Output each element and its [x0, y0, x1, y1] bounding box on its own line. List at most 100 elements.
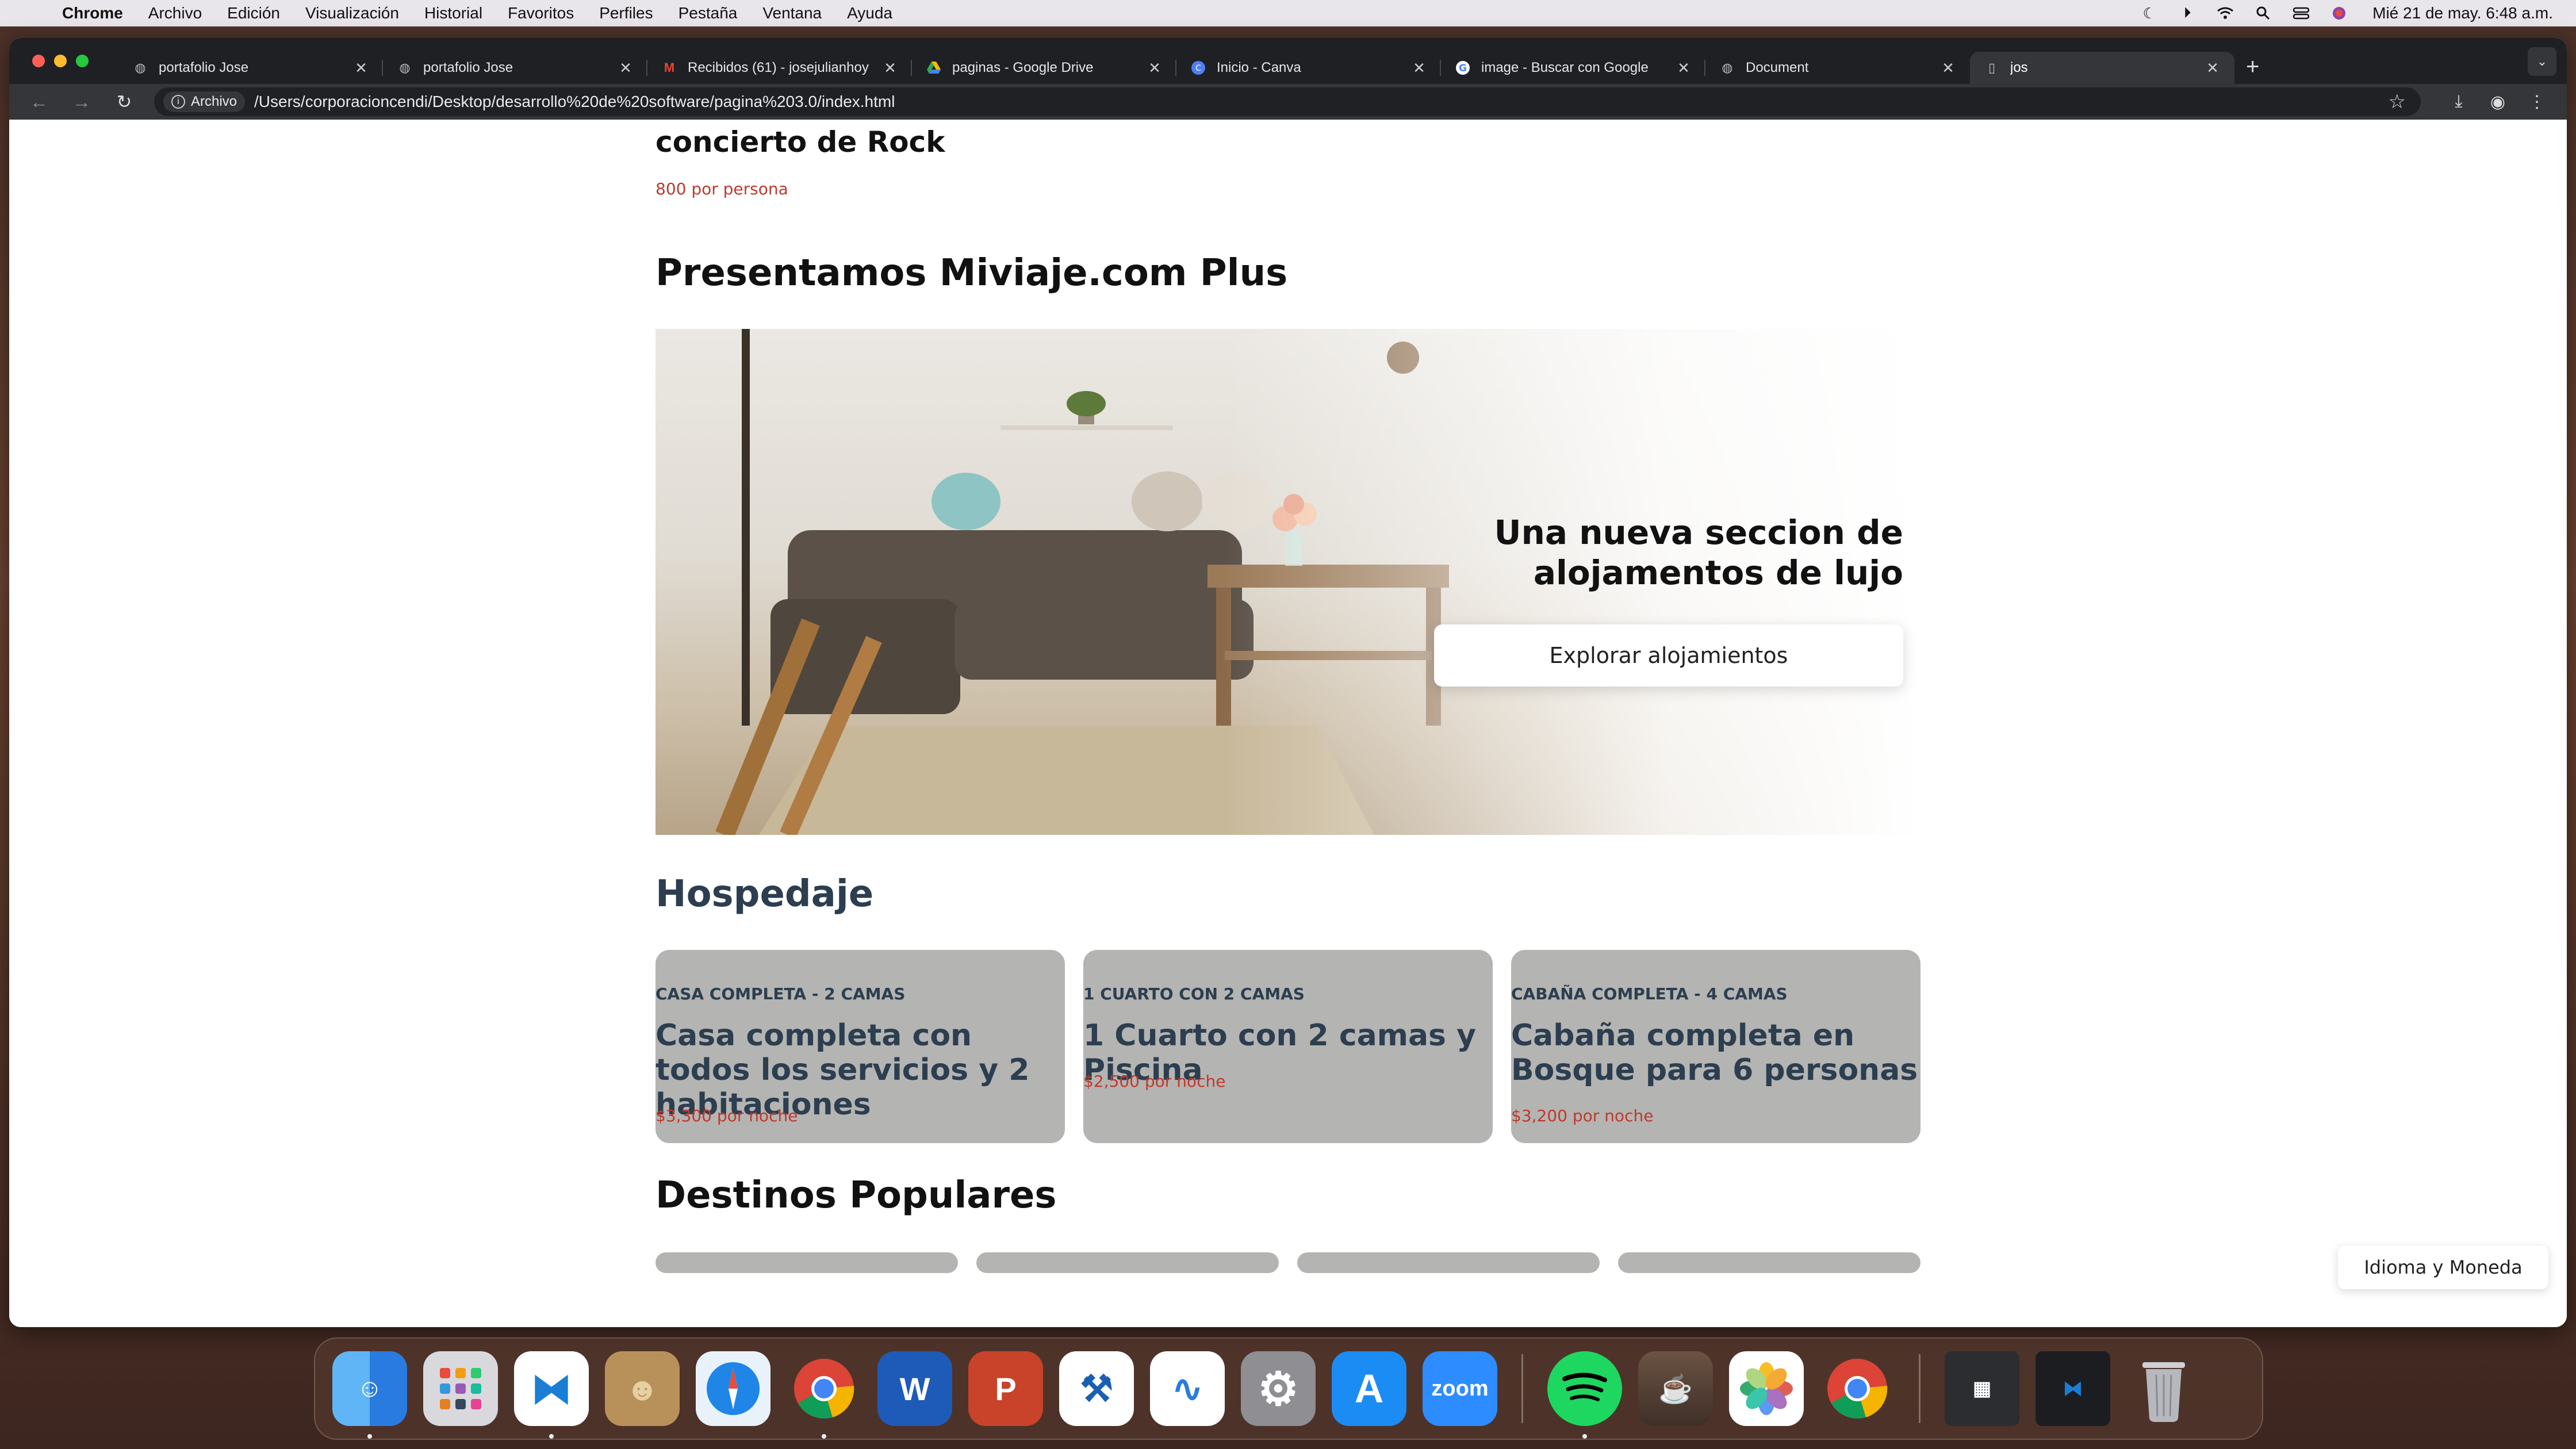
menu-archivo[interactable]: Archivo	[148, 4, 202, 22]
explore-lodging-button[interactable]: Explorar alojamientos	[1434, 624, 1903, 687]
photos-icon[interactable]	[1729, 1351, 1804, 1426]
new-tab-plus-icon[interactable]: +	[2246, 54, 2259, 80]
dock-separator	[1521, 1354, 1523, 1423]
hospedaje-heading: Hospedaje	[656, 873, 874, 915]
menu-favoritos[interactable]: Favoritos	[508, 4, 574, 22]
download-icon[interactable]: ⤓	[2446, 89, 2471, 114]
tab-title: portafolio Jose	[423, 60, 513, 75]
close-tab-icon[interactable]: ✕	[1940, 59, 1956, 77]
bookmark-star-icon[interactable]: ☆	[2389, 90, 2406, 113]
chrome-secondary-icon[interactable]	[1820, 1351, 1895, 1426]
system-settings-icon[interactable]: ⚙	[1241, 1351, 1316, 1426]
tab-document[interactable]: ◍ Document ✕	[1705, 52, 1970, 84]
moon-icon[interactable]: ☾	[2139, 5, 2160, 22]
control-center-icon[interactable]	[2291, 5, 2312, 22]
minimized-window-finder[interactable]: ▦	[1945, 1351, 2019, 1426]
canva-icon: C	[1190, 60, 1206, 76]
destination-card[interactable]	[1297, 1252, 1600, 1273]
destinations-row	[656, 1252, 1920, 1275]
macos-dock: ☺ ⧓ ☻ W P ⚒ ∿ ⚙ A zoom ☕ ▦ ⧓	[314, 1337, 2263, 1440]
chrome-icon[interactable]	[787, 1351, 861, 1439]
safari-icon[interactable]	[696, 1351, 770, 1426]
finder-icon[interactable]: ☺	[332, 1351, 407, 1439]
chrome-window: ◍ portafolio Jose ✕ ◍ portafolio Jose ✕ …	[9, 38, 2567, 1327]
instruments-icon[interactable]: ⚒	[1059, 1351, 1134, 1426]
tab-title: Document	[1746, 60, 1809, 75]
close-tab-icon[interactable]: ✕	[882, 59, 898, 77]
contacts-icon[interactable]: ☻	[605, 1351, 680, 1426]
kebab-menu-icon[interactable]: ⋮	[2524, 89, 2550, 114]
play-circle-icon[interactable]: ⏵	[2177, 4, 2198, 22]
close-tab-icon[interactable]: ✕	[1147, 59, 1163, 77]
tab-google-search[interactable]: G image - Buscar con Google ✕	[1441, 52, 1705, 84]
site-info-chip[interactable]: i Archivo	[163, 91, 246, 112]
menu-chrome[interactable]: Chrome	[62, 4, 123, 22]
launchpad-icon[interactable]	[423, 1351, 498, 1426]
url-text[interactable]: /Users/corporacioncendi/Desktop/desarrol…	[254, 93, 2388, 111]
dock-separator	[1919, 1354, 1920, 1423]
close-tab-icon[interactable]: ✕	[353, 59, 369, 77]
close-tab-icon[interactable]: ✕	[618, 59, 634, 77]
tab-gmail[interactable]: M Recibidos (61) - josejulianhoy ✕	[647, 52, 912, 84]
address-bar[interactable]: i Archivo /Users/corporacioncendi/Deskto…	[154, 87, 2421, 116]
lodging-card-grid: CASA COMPLETA - 2 CAMAS Casa completa co…	[656, 950, 1920, 1143]
vscode-icon[interactable]: ⧓	[514, 1351, 589, 1439]
drive-icon	[926, 60, 942, 76]
tab-portafolio-jose-2[interactable]: ◍ portafolio Jose ✕	[383, 52, 647, 84]
app-store-icon[interactable]: A	[1332, 1351, 1406, 1426]
destination-card[interactable]	[976, 1252, 1279, 1273]
zoom-window-button[interactable]	[76, 55, 89, 67]
menu-visualizacion[interactable]: Visualización	[305, 4, 399, 22]
reload-icon[interactable]: ↻	[112, 89, 137, 114]
event-title: concierto de Rock	[656, 125, 945, 159]
close-tab-icon[interactable]: ✕	[2205, 59, 2221, 77]
minimize-window-button[interactable]	[54, 55, 67, 67]
tab-search-chevron-icon[interactable]: ⌄	[2528, 47, 2556, 76]
card-type: CASA COMPLETA - 2 CAMAS	[656, 984, 906, 1003]
tab-jos-active[interactable]: ▯ jos ✕	[1970, 52, 2234, 84]
close-window-button[interactable]	[32, 55, 45, 67]
card-price: $2,500 por noche	[1083, 1072, 1226, 1091]
macos-menu-bar: Chrome Archivo Edición Visualización His…	[0, 0, 2576, 26]
card-price: $3,300 por noche	[656, 1106, 798, 1125]
menu-perfiles[interactable]: Perfiles	[599, 4, 653, 22]
menu-edicion[interactable]: Edición	[227, 4, 280, 22]
widget-app-icon[interactable]: ☕	[1638, 1351, 1713, 1426]
menu-ventana[interactable]: Ventana	[762, 4, 822, 22]
svg-text:C: C	[1195, 64, 1201, 73]
close-tab-icon[interactable]: ✕	[1411, 59, 1427, 77]
destination-card[interactable]	[656, 1252, 958, 1273]
menu-pestana[interactable]: Pestaña	[678, 4, 738, 22]
tab-canva[interactable]: C Inicio - Canva ✕	[1176, 52, 1441, 84]
lodging-card[interactable]: CASA COMPLETA - 2 CAMAS Casa completa co…	[656, 950, 1065, 1143]
destination-card[interactable]	[1618, 1252, 1920, 1273]
lodging-card[interactable]: CABAÑA COMPLETA - 4 CAMAS Cabaña complet…	[1511, 950, 1920, 1143]
powerpoint-icon[interactable]: P	[968, 1351, 1043, 1426]
event-price: 800 por persona	[656, 179, 788, 198]
siri-icon[interactable]	[2329, 5, 2349, 22]
profile-icon[interactable]: ◉	[2485, 89, 2510, 114]
back-arrow-icon[interactable]: ←	[26, 89, 52, 114]
wifi-icon[interactable]	[2215, 5, 2236, 22]
menu-historial[interactable]: Historial	[424, 4, 482, 22]
tab-title: jos	[2010, 60, 2028, 75]
close-tab-icon[interactable]: ✕	[1676, 59, 1692, 77]
menu-ayuda[interactable]: Ayuda	[847, 4, 892, 22]
card-type: 1 CUARTO CON 2 CAMAS	[1083, 984, 1305, 1003]
word-icon[interactable]: W	[877, 1351, 952, 1426]
spotify-icon[interactable]	[1547, 1351, 1622, 1439]
trash-icon[interactable]	[2126, 1351, 2201, 1426]
menu-bar-clock[interactable]: Mié 21 de may. 6:48 a.m.	[2372, 4, 2553, 22]
google-icon: G	[1455, 60, 1471, 76]
lodging-card[interactable]: 1 CUARTO CON 2 CAMAS 1 Cuarto con 2 cama…	[1083, 950, 1493, 1143]
freeform-icon[interactable]: ∿	[1150, 1351, 1225, 1426]
info-icon: i	[171, 95, 185, 109]
language-currency-button[interactable]: Idioma y Moneda	[2338, 1245, 2548, 1289]
zoom-icon[interactable]: zoom	[1423, 1351, 1497, 1426]
tab-portafolio-jose-1[interactable]: ◍ portafolio Jose ✕	[118, 52, 383, 84]
forward-arrow-icon[interactable]: →	[69, 89, 94, 114]
tab-google-drive[interactable]: paginas - Google Drive ✕	[912, 52, 1176, 84]
gmail-icon: M	[664, 60, 675, 75]
minimized-window-vscode[interactable]: ⧓	[2035, 1351, 2110, 1426]
spotlight-search-icon[interactable]	[2253, 5, 2274, 22]
